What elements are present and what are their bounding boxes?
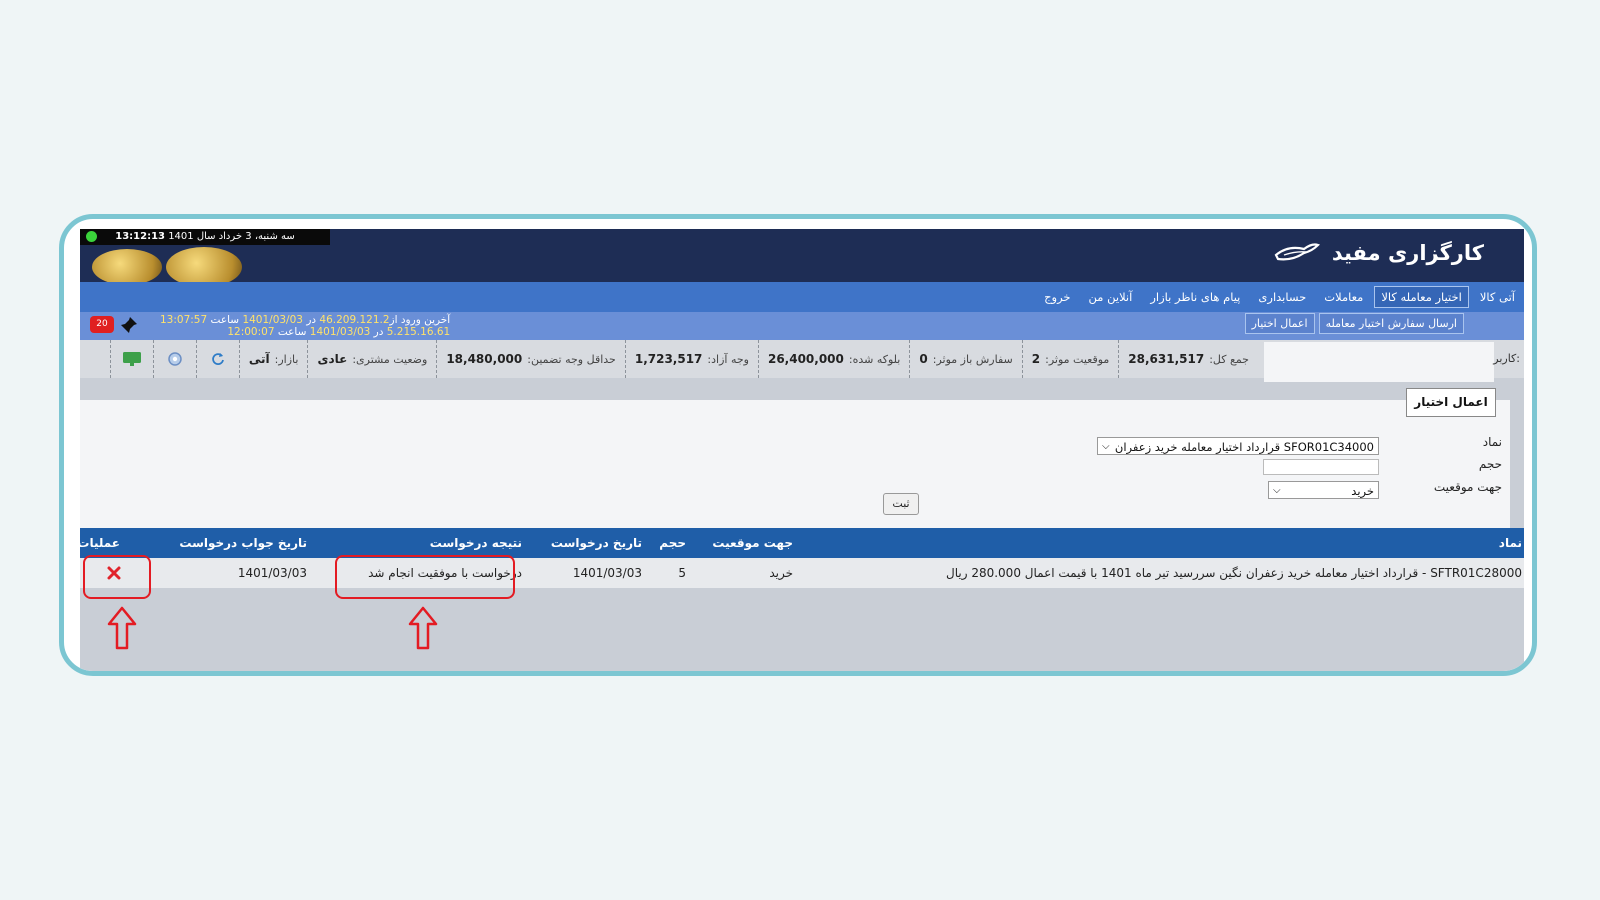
- app-header: سه شنبه، 3 خرداد سال 1401 13:12:13 کارگز…: [80, 229, 1524, 287]
- clock-bar: سه شنبه، 3 خرداد سال 1401 13:12:13: [80, 229, 330, 245]
- last-login-line-2: 5.215.16.61 در 1401/03/03 ساعت 12:00:07: [227, 326, 451, 338]
- last-logins: آخرین ورود از46.209.121.2 در 1401/03/03 …: [160, 314, 450, 338]
- nav-item-2[interactable]: معاملات: [1317, 286, 1370, 308]
- sub-nav-item-0[interactable]: ارسال سفارش اختیار معامله: [1318, 313, 1464, 334]
- user-box: [1264, 342, 1494, 382]
- submit-button[interactable]: ثبت: [883, 493, 919, 515]
- header-symbol: نماد: [1498, 536, 1522, 550]
- clock-time: 13:12:13: [115, 231, 165, 242]
- refresh-icon[interactable]: [195, 340, 239, 378]
- sub-nav: ارسال سفارش اختیار معامله اعمال اختیار آخ…: [80, 312, 1524, 340]
- client-status-cell: وضعیت مشتری: عادی: [307, 340, 436, 378]
- nav-item-3[interactable]: حسابداری: [1251, 286, 1313, 308]
- arrow-up-icon: [408, 606, 438, 650]
- settings-gear-icon[interactable]: [152, 340, 196, 378]
- header-request-date: تاریخ درخواست: [550, 536, 642, 550]
- blocked-cell: بلوکه شده: 26,400,000: [757, 340, 909, 378]
- market-cell: بازار: آتی: [238, 340, 308, 378]
- cell-side: خرید: [769, 566, 793, 580]
- nav-item-1[interactable]: اختیار معامله کالا: [1374, 286, 1469, 308]
- monitor-icon[interactable]: [109, 340, 153, 378]
- brand-name: کارگزاری مفید: [1331, 241, 1484, 265]
- account-status-bar: کاربر: جمع کل: 28,631,517 موقعیت موثر: 2 س…: [80, 340, 1524, 382]
- nav-item-6[interactable]: خروج: [1037, 286, 1077, 308]
- side-label: جهت موقعیت: [1433, 480, 1502, 494]
- notifications-badge[interactable]: 20: [90, 316, 114, 333]
- screenshot-frame: سه شنبه، 3 خرداد سال 1401 13:12:13 کارگز…: [59, 214, 1537, 676]
- brand: کارگزاری مفید: [1274, 235, 1484, 271]
- nav-item-4[interactable]: پیام های ناظر بازار: [1143, 286, 1247, 308]
- sub-nav-item-1[interactable]: اعمال اختیار: [1244, 313, 1315, 334]
- arrow-up-icon: [107, 606, 137, 650]
- open-orders-cell: سفارش باز موثر: 0: [909, 340, 1021, 378]
- main-nav: آتی کالا اختیار معامله کالا معاملات حسابدار…: [80, 282, 1524, 312]
- chevron-down-icon: ⌵: [1273, 485, 1281, 496]
- min-margin-cell: حداقل وجه تضمین: 18,480,000: [436, 340, 625, 378]
- total-cell: جمع کل: 28,631,517: [1118, 340, 1258, 378]
- user-label: کاربر:: [1493, 352, 1520, 365]
- highlight-actions-box: [83, 555, 151, 599]
- chevron-down-icon: ⌵: [1102, 441, 1110, 452]
- requests-table-header: نماد جهت موقعیت حجم تاریخ درخواست نتیجه …: [80, 528, 1524, 558]
- header-response-date: تاریخ جواب درخواست: [179, 536, 307, 550]
- symbol-select[interactable]: SFOR01C34000 قرارداد اختیار معامله خرید …: [1097, 437, 1379, 455]
- table-row: SFTR01C28000 - قرارداد اختیار معامله خری…: [80, 558, 1524, 588]
- tab-exercise-option[interactable]: اعمال اختیار: [1406, 388, 1496, 417]
- cell-symbol: SFTR01C28000 - قرارداد اختیار معامله خری…: [946, 566, 1522, 580]
- header-side: جهت موقعیت: [712, 536, 793, 550]
- side-select[interactable]: خرید ⌵: [1268, 481, 1379, 499]
- status-cells: جمع کل: 28,631,517 موقعیت موثر: 2 سفارش با…: [109, 340, 1258, 378]
- clock-date: سه شنبه، 3 خرداد سال 1401: [168, 231, 295, 242]
- cell-response-date: 1401/03/03: [237, 566, 307, 580]
- volume-label: حجم: [1478, 457, 1502, 471]
- gold-coins-image: [84, 245, 246, 287]
- header-actions: عملیات: [80, 536, 120, 550]
- brand-logo-icon: [1274, 243, 1320, 261]
- header-volume: حجم: [659, 536, 686, 550]
- free-cash-cell: وجه آزاد: 1,723,517: [624, 340, 758, 378]
- header-result: نتیجه درخواست: [429, 536, 522, 550]
- symbol-label: نماد: [1482, 435, 1502, 449]
- pin-icon[interactable]: [120, 316, 138, 334]
- last-login-line-1: آخرین ورود از46.209.121.2 در 1401/03/03 …: [160, 314, 451, 326]
- online-status-icon: [86, 231, 97, 242]
- cell-volume: 5: [678, 566, 686, 580]
- broker-app: سه شنبه، 3 خرداد سال 1401 13:12:13 کارگز…: [80, 229, 1524, 671]
- sub-nav-items: ارسال سفارش اختیار معامله اعمال اختیار: [1244, 313, 1464, 334]
- nav-item-0[interactable]: آتی کالا: [1473, 286, 1522, 308]
- main-nav-items: آتی کالا اختیار معامله کالا معاملات حسابدار…: [1037, 286, 1522, 308]
- open-positions-cell: موقعیت موثر: 2: [1021, 340, 1119, 378]
- cell-request-date: 1401/03/03: [572, 566, 642, 580]
- volume-input[interactable]: [1263, 459, 1379, 475]
- highlight-result-box: [335, 555, 515, 599]
- nav-item-5[interactable]: آنلاین من: [1082, 286, 1140, 308]
